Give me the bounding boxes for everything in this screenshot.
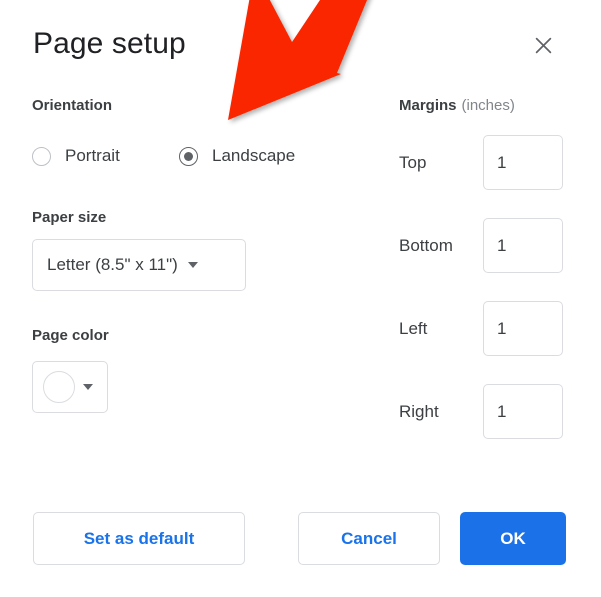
radio-option-portrait[interactable]: Portrait [32,141,120,171]
paper-size-section-label: Paper size [32,209,107,226]
margins-units: (inches) [461,97,515,114]
margin-label-right: Right [399,401,439,421]
radio-option-landscape[interactable]: Landscape [179,141,295,171]
margins-title: Margins [399,97,457,114]
margin-field-top: Top [399,135,563,190]
margin-field-right: Right [399,384,563,439]
page-title: Page setup [33,27,186,60]
ok-button[interactable]: OK [460,512,566,565]
orientation-section-label: Orientation [32,97,113,114]
orientation-radio-group: Portrait Landscape [32,141,372,171]
paper-size-value: Letter (8.5" x 11") [47,255,178,274]
margin-label-left: Left [399,318,428,338]
margin-field-bottom: Bottom [399,218,563,273]
page-setup-dialog: Page setup Orientation Portrait Landscap… [0,0,601,597]
radio-label-portrait: Portrait [65,146,120,165]
page-color-swatch [43,371,75,403]
margin-input-right[interactable] [483,384,563,439]
set-as-default-button[interactable]: Set as default [33,512,245,565]
radio-label-landscape: Landscape [212,146,296,165]
margin-input-top[interactable] [483,135,563,190]
margin-label-bottom: Bottom [399,235,453,255]
paper-size-select[interactable]: Letter (8.5" x 11") [32,239,246,291]
close-icon [534,36,553,55]
cancel-button[interactable]: Cancel [298,512,440,565]
margin-input-left[interactable] [483,301,563,356]
page-color-section-label: Page color [32,327,109,344]
margin-field-left: Left [399,301,563,356]
margins-section-label: Margins (inches) [399,96,515,116]
radio-circle-landscape[interactable] [179,146,198,166]
chevron-down-icon [83,384,93,390]
close-button[interactable] [527,29,559,61]
radio-circle-portrait[interactable] [32,146,51,166]
margin-label-top: Top [399,152,427,172]
page-color-select[interactable] [32,361,108,413]
margin-input-bottom[interactable] [483,218,563,273]
chevron-down-icon [187,262,198,268]
